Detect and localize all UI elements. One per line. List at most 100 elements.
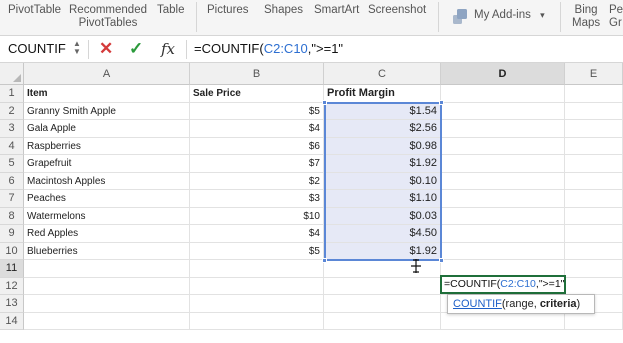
cell-e6[interactable] (565, 172, 623, 190)
bing-maps-button[interactable]: Bing Maps (572, 4, 600, 30)
row-header-2[interactable]: 2 (0, 102, 24, 120)
cell-b4[interactable]: $6 (190, 137, 324, 155)
editing-cell-d11[interactable]: =COUNTIF(C2:C10,">=1" (440, 275, 566, 294)
cell-a2[interactable]: Granny Smith Apple (24, 102, 190, 120)
cell-d3[interactable] (441, 120, 565, 138)
cell-c7[interactable]: $1.10 (324, 190, 441, 208)
cell-d9[interactable] (441, 225, 565, 243)
column-header-b[interactable]: B (190, 63, 324, 85)
row-header-12[interactable]: 12 (0, 277, 24, 295)
cell-d7[interactable] (441, 190, 565, 208)
cell-b5[interactable]: $7 (190, 155, 324, 173)
cell-a7[interactable]: Peaches (24, 190, 190, 208)
recommended-pivottables-button[interactable]: Recommended PivotTables (69, 4, 147, 30)
cell-c12[interactable] (324, 277, 441, 295)
row-header-8[interactable]: 8 (0, 207, 24, 225)
cell-c13[interactable] (324, 295, 441, 313)
cell-e7[interactable] (565, 190, 623, 208)
add-ins-icon[interactable] (451, 7, 469, 25)
pivottable-button[interactable]: PivotTable (8, 4, 61, 17)
insert-function-button[interactable]: fx (161, 39, 175, 59)
column-header-e[interactable]: E (565, 63, 623, 85)
name-box[interactable]: COUNTIF (8, 40, 66, 58)
cell-e11[interactable] (565, 260, 623, 278)
cell-a13[interactable] (24, 295, 190, 313)
cell-b13[interactable] (190, 295, 324, 313)
my-addins-button[interactable]: My Add-ins ▾ (474, 9, 545, 22)
cell-c14[interactable] (324, 312, 441, 330)
pictures-button[interactable]: Pictures (207, 4, 249, 17)
select-all-corner[interactable] (0, 63, 24, 85)
cell-a3[interactable]: Gala Apple (24, 120, 190, 138)
shapes-button[interactable]: Shapes (264, 4, 303, 17)
cell-d1[interactable] (441, 85, 565, 103)
row-header-10[interactable]: 10 (0, 242, 24, 260)
cell-a10[interactable]: Blueberries (24, 242, 190, 260)
row-header-6[interactable]: 6 (0, 172, 24, 190)
cell-e1[interactable] (565, 85, 623, 103)
smartart-button[interactable]: SmartArt (314, 4, 359, 17)
cell-a5[interactable]: Grapefruit (24, 155, 190, 173)
column-header-d[interactable]: D (441, 63, 565, 85)
cell-e8[interactable] (565, 207, 623, 225)
cell-b12[interactable] (190, 277, 324, 295)
function-help-link[interactable]: COUNTIF (453, 298, 502, 310)
cell-b10[interactable]: $5 (190, 242, 324, 260)
cell-a1[interactable]: Item (24, 85, 190, 103)
cell-c10[interactable]: $1.92 (324, 242, 441, 260)
cell-c1[interactable]: Profit Margin (324, 85, 441, 103)
column-header-a[interactable]: A (24, 63, 190, 85)
cell-d8[interactable] (441, 207, 565, 225)
cell-c11[interactable] (324, 260, 441, 278)
cell-e4[interactable] (565, 137, 623, 155)
cell-c2[interactable]: $1.54 (324, 102, 441, 120)
cell-e3[interactable] (565, 120, 623, 138)
cell-c9[interactable]: $4.50 (324, 225, 441, 243)
column-header-c[interactable]: C (324, 63, 441, 85)
cell-b9[interactable]: $4 (190, 225, 324, 243)
cell-e10[interactable] (565, 242, 623, 260)
cell-d6[interactable] (441, 172, 565, 190)
name-box-stepper-icon[interactable]: ▲ ▼ (73, 40, 81, 58)
cell-d5[interactable] (441, 155, 565, 173)
cell-b8[interactable]: $10 (190, 207, 324, 225)
cell-e9[interactable] (565, 225, 623, 243)
cell-c4[interactable]: $0.98 (324, 137, 441, 155)
row-header-5[interactable]: 5 (0, 155, 24, 173)
cell-b7[interactable]: $3 (190, 190, 324, 208)
cell-a12[interactable] (24, 277, 190, 295)
cell-c6[interactable]: $0.10 (324, 172, 441, 190)
row-header-13[interactable]: 13 (0, 295, 24, 313)
cell-c5[interactable]: $1.92 (324, 155, 441, 173)
cell-b14[interactable] (190, 312, 324, 330)
cell-e2[interactable] (565, 102, 623, 120)
cell-b3[interactable]: $4 (190, 120, 324, 138)
cell-d4[interactable] (441, 137, 565, 155)
row-header-14[interactable]: 14 (0, 312, 24, 330)
cell-e5[interactable] (565, 155, 623, 173)
enter-check-icon[interactable]: ✓ (129, 39, 143, 59)
cell-a14[interactable] (24, 312, 190, 330)
row-header-9[interactable]: 9 (0, 225, 24, 243)
cell-c8[interactable]: $0.03 (324, 207, 441, 225)
people-graph-button[interactable]: Pe Gr (609, 4, 623, 30)
cell-e12[interactable] (565, 277, 623, 295)
cell-a9[interactable]: Red Apples (24, 225, 190, 243)
row-header-3[interactable]: 3 (0, 120, 24, 138)
cell-d2[interactable] (441, 102, 565, 120)
screenshot-button[interactable]: Screenshot (368, 4, 426, 17)
cell-b2[interactable]: $5 (190, 102, 324, 120)
cell-b6[interactable]: $2 (190, 172, 324, 190)
cell-a11[interactable] (24, 260, 190, 278)
cell-c3[interactable]: $2.56 (324, 120, 441, 138)
spreadsheet-grid[interactable]: A B C D E 1 Item Sale Price Profit Margin 2 G… (0, 63, 623, 343)
formula-input[interactable]: =COUNTIF(C2:C10,">=1" (194, 40, 343, 58)
row-header-4[interactable]: 4 (0, 137, 24, 155)
cell-d14[interactable] (441, 312, 565, 330)
row-header-7[interactable]: 7 (0, 190, 24, 208)
cell-e14[interactable] (565, 312, 623, 330)
cell-a8[interactable]: Watermelons (24, 207, 190, 225)
cell-b1[interactable]: Sale Price (190, 85, 324, 103)
cell-a6[interactable]: Macintosh Apples (24, 172, 190, 190)
row-header-1[interactable]: 1 (0, 85, 24, 103)
